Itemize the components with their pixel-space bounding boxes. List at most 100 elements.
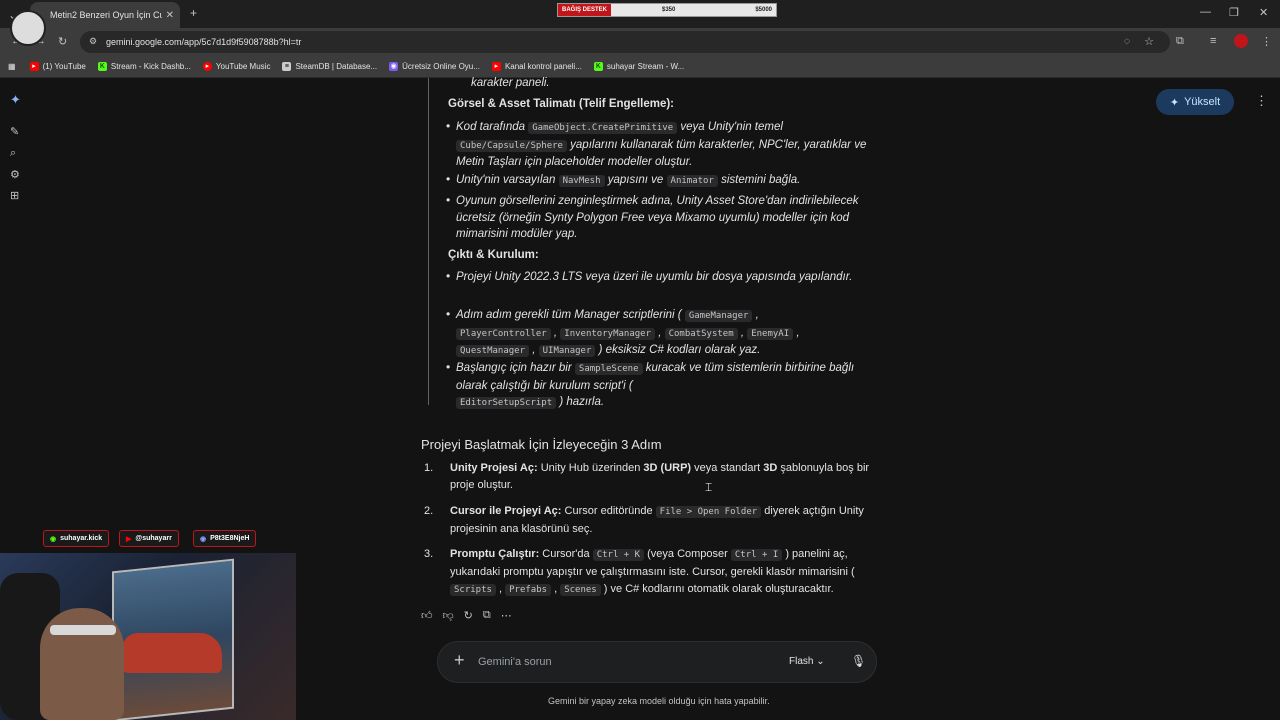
inline-code: Animator [666,175,718,187]
donation-label: BAĞIŞ DESTEK [558,4,612,16]
blockquote-border [428,78,429,405]
sparkle-icon: ✦ [1169,96,1180,109]
chevron-down-icon: ⌄ [816,656,825,667]
kick-icon: K [97,62,107,71]
thumbs-up-icon[interactable]: 👍︎ [421,609,433,622]
add-attachment-icon[interactable]: + [454,650,465,671]
inline-code: Ctrl + K [592,549,645,561]
bookmark-stream[interactable]: Ksuhayar Stream - W... [593,62,684,71]
copy-icon[interactable]: ⧉ [483,609,491,622]
thumbs-down-icon[interactable]: 👎︎ [443,609,454,622]
extensions-icon[interactable]: ⧉ [1176,35,1184,48]
close-window-icon[interactable]: ✕ [1259,6,1268,19]
inline-code: QuestManager [456,345,530,357]
reload-icon[interactable]: ↻ [58,35,67,48]
eye-off-icon[interactable]: ◌ [1124,36,1130,47]
inline-code: InventoryManager [560,327,655,340]
prompt-input[interactable]: Gemini'a sorun [478,656,552,668]
step-item: 2. Cursor ile Projeyi Aç: Cursor editörü… [424,505,864,535]
bookmark-kick[interactable]: K Stream - Kick Dashb... [97,62,191,71]
browser-tab-bar: ⌄ Metin2 Benzeri Oyun İçin Cursor ✕ + BA… [0,0,1280,28]
inline-code: SampleScene [574,363,643,375]
site-info-icon[interactable]: ⚙ [89,36,97,47]
webcam-overlay [0,553,296,720]
inline-code: Prefabs [505,584,552,596]
steamdb-icon: ≡ [282,62,292,71]
apps-grid-icon[interactable]: ⊞ [10,189,19,202]
section-title-assets: Görsel & Asset Talimatı (Telif Engelleme… [448,98,675,110]
bookmarks-bar: ▦ ▸ (1) YouTube K Stream - Kick Dashb... ▸… [0,56,1280,78]
response-actions: 👍︎ 👎︎ ↻ ⧉ ⋯ [421,609,512,622]
bookmark-channel-panel[interactable]: ▸ Kanal kontrol paneli... [491,62,582,71]
menu-icon[interactable]: ⋮ [1261,35,1272,48]
list-item: Projeyi Unity 2022.3 LTS veya üzeri ile … [446,269,886,286]
maximize-icon[interactable]: ❐ [1229,6,1239,19]
bookmark-steamdb[interactable]: ≡ SteamDB | Database... [282,62,377,71]
list-item: Oyunun görsellerini zenginleştirmek adın… [446,193,886,243]
games-icon: ◉ [389,62,399,71]
kick-icon: K [593,62,603,71]
inline-code: PlayerController [456,327,551,340]
url-text: gemini.google.com/app/5c7d1d9f5908788b?h… [106,37,302,47]
inline-code: GameObject.CreatePrimitive [528,122,678,134]
fragment-text: karakter paneli. [471,77,550,89]
inline-code: Cube/Capsule/Sphere [456,139,567,152]
youtube-icon: ▸ [29,62,39,71]
gemini-side-rail: ✦ ✎ ⌕ ⚙ ⊞ [0,78,34,538]
more-options-icon[interactable]: ⋮ [1255,93,1268,109]
list-item: Kod tarafında GameObject.CreatePrimitive… [446,119,886,171]
bookmark-online-games[interactable]: ◉ Ücretsiz Online Oyu... [389,62,480,71]
apps-icon[interactable]: ▦ [8,62,16,71]
bookmark-youtube-music[interactable]: ▸ YouTube Music [202,62,270,71]
address-bar[interactable]: ⚙ gemini.google.com/app/5c7d1d9f5908788b… [80,31,1170,53]
regenerate-icon[interactable]: ↻ [464,609,473,622]
bookmark-star-icon[interactable]: ☆ [1144,35,1154,48]
gems-icon[interactable]: ⚙ [10,168,20,181]
step-item: 1. Unity Projesi Aç: Unity Hub üzerinden… [424,462,870,491]
minimize-icon[interactable]: — [1200,6,1211,18]
donation-current: $350 [662,7,676,13]
donation-goal-widget: BAĞIŞ DESTEK $350 $5000 [557,3,777,17]
tab-close-icon[interactable]: ✕ [166,10,174,21]
inline-code: Scripts [450,584,496,596]
browser-tab-active[interactable]: Metin2 Benzeri Oyun İçin Cursor ✕ [30,2,180,28]
inline-code: Scenes [560,584,601,596]
search-icon[interactable]: ⌕ [10,147,16,160]
inline-code: Ctrl + I [730,549,783,561]
prompt-box: + Gemini'a sorun Flash ⌄ 🎙︎ [437,641,877,683]
disclaimer: Gemini bir yapay zeka modeli olduğu için… [548,696,770,706]
inline-code: EnemyAI [747,327,794,340]
inline-code: UIManager [538,345,596,357]
headband [50,625,116,635]
more-icon[interactable]: ⋯ [501,609,512,622]
new-chat-icon[interactable]: ✎ [10,125,19,138]
section-title-output: Çıktı & Kurulum: [448,249,539,261]
channel-logo [10,10,46,46]
inline-code: CombatSystem [664,327,738,340]
gemini-logo-icon[interactable]: ✦ [10,92,21,108]
inline-code: File > Open Folder [655,506,762,518]
donation-goal: $5000 [755,7,772,13]
youtube-music-icon: ▸ [202,62,212,71]
list-item: Başlangıç için hazır bir SampleScene kur… [446,360,886,412]
bookmark-youtube[interactable]: ▸ (1) YouTube [29,62,86,71]
step-item: 3. Promptu Çalıştır: Cursor'da Ctrl + K … [424,548,855,596]
kick-icon: ◉ [50,535,57,543]
browser-toolbar: ← → ↻ ⚙ gemini.google.com/app/5c7d1d9f59… [0,28,1280,56]
profile-avatar[interactable] [1234,34,1248,48]
youtube-icon: ▶ [126,535,132,543]
discord-icon: ◉ [200,535,207,543]
upgrade-label: Yükselt [1184,96,1221,108]
upgrade-button[interactable]: ✦ Yükselt [1156,89,1234,115]
steps-heading: Projeyi Başlatmak İçin İzleyeceğin 3 Adı… [421,437,662,452]
car-in-painting [122,633,222,673]
model-selector[interactable]: Flash ⌄ [789,656,825,667]
list-item: Unity'nin varsayılan NavMesh yapısını ve… [446,172,886,190]
youtube-badge: ▶ @suhayarr [119,530,179,547]
tab-title: Metin2 Benzeri Oyun İçin Cursor [50,10,162,20]
inline-code: GameManager [684,310,753,322]
media-icon[interactable]: ≡ [1210,35,1216,47]
discord-badge: ◉ P8t3E8NjeH [193,530,257,547]
microphone-icon[interactable]: 🎙︎ [851,654,866,668]
new-tab-icon[interactable]: + [190,6,197,20]
